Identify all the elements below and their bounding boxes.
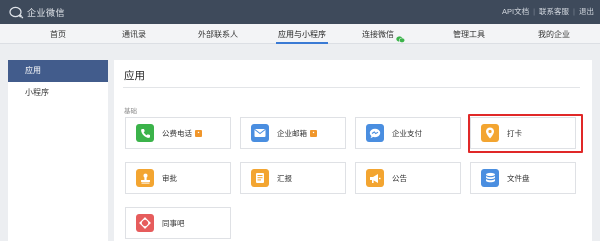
sidebar-item-mini-programs[interactable]: 小程序 [8,82,108,104]
top-bar: 企业微信 API文档 | 联系客服 | 退出 [0,0,600,24]
section-label: 基础 [124,108,137,115]
app-card-colleague-community[interactable]: 同事吧 [125,207,231,239]
app-card-report[interactable]: 汇报 [240,162,346,194]
app-card-approval[interactable]: 审批 [125,162,231,194]
nav-item-apps[interactable]: 应用与小程序 [276,24,328,44]
app-label: 公告 [392,173,407,183]
separator: | [573,7,575,16]
payment-icon [366,124,384,142]
admin-badge-icon: ▪ [310,130,317,138]
wechat-icon [396,31,406,43]
app-card-phone[interactable]: 公费电话 ▪ [125,117,231,149]
wecom-logo-icon [9,6,24,19]
app-label: 企业支付 [392,128,422,138]
app-label: 公费电话 ▪ [162,128,202,139]
highlight-box [468,114,583,153]
app-label: 企业邮箱 ▪ [277,128,317,139]
top-links: API文档 | 联系客服 | 退出 [502,6,594,17]
page-title: 应用 [124,70,145,82]
mail-icon [251,124,269,142]
community-icon [136,214,154,232]
sidebar-item-apps[interactable]: 应用 [8,60,108,82]
main-panel: 应用 基础 公费电话 ▪ 企业邮箱 ▪ 企业支付 打卡 审批 汇报 公告 文件盘… [114,60,592,241]
contact-support-link[interactable]: 联系客服 [539,6,569,17]
separator: | [533,7,536,16]
drive-icon [481,169,499,187]
main-nav: 首页 通讯录 外部联系人 应用与小程序 连接微信 管理工具 我的企业 [0,24,600,44]
app-card-drive[interactable]: 文件盘 [470,162,576,194]
divider [123,87,580,88]
app-card-payment[interactable]: 企业支付 [355,117,461,149]
logout-link[interactable]: 退出 [579,6,594,17]
sidebar: 应用 小程序 [8,60,108,241]
app-logo[interactable]: 企业微信 [9,5,65,19]
nav-item-home[interactable]: 首页 [50,24,66,44]
app-label: 同事吧 [162,218,185,228]
stamp-icon [136,169,154,187]
app-name: 企业微信 [27,7,66,18]
nav-item-connect-wechat[interactable]: 连接微信 [362,24,406,44]
admin-badge-icon: ▪ [195,130,202,138]
report-icon [251,169,269,187]
phone-icon [136,124,154,142]
app-label: 汇报 [277,173,292,183]
megaphone-icon [366,169,384,187]
app-label: 文件盘 [507,173,530,183]
app-card-announcement[interactable]: 公告 [355,162,461,194]
app-label: 审批 [162,173,177,183]
api-docs-link[interactable]: API文档 [502,6,529,17]
nav-item-contacts[interactable]: 通讯录 [122,24,146,44]
nav-item-admin-tools[interactable]: 管理工具 [453,24,485,44]
nav-item-my-company[interactable]: 我的企业 [538,24,570,44]
app-card-mail[interactable]: 企业邮箱 ▪ [240,117,346,149]
nav-item-external-contacts[interactable]: 外部联系人 [198,24,238,44]
